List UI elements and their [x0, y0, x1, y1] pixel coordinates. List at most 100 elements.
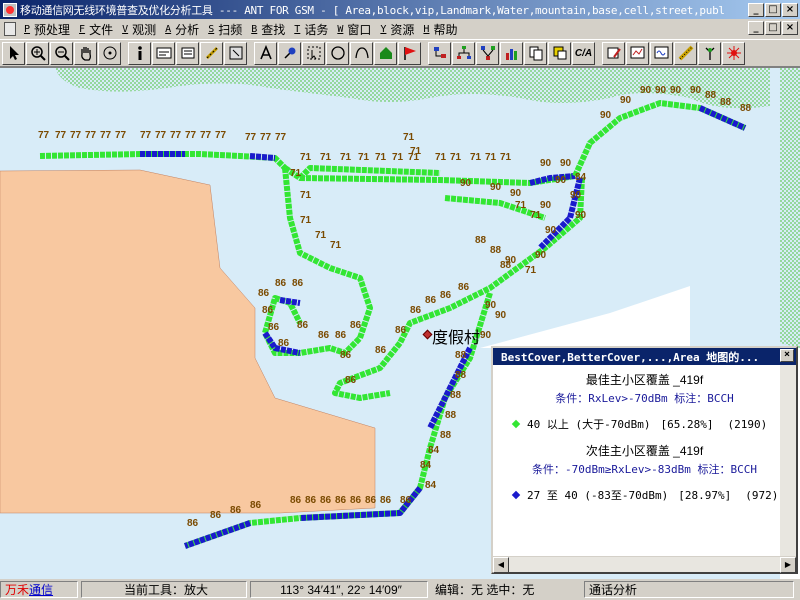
house-icon[interactable]	[374, 41, 397, 65]
network-icon[interactable]	[476, 41, 499, 65]
antenna-icon[interactable]	[698, 41, 721, 65]
route-label: 86	[350, 320, 362, 331]
route-label: 86	[250, 500, 262, 511]
section1-range: 40 以上 (大于-70dBm)	[527, 418, 651, 431]
status-coords: 113° 34′41″, 22° 14′09″	[250, 581, 428, 598]
route-label: 86	[320, 495, 332, 506]
menu-resource[interactable]: Y 资源	[377, 20, 420, 38]
route-label: 77	[115, 130, 127, 141]
graph-icon[interactable]	[428, 41, 451, 65]
ruler-icon[interactable]	[176, 41, 199, 65]
route-label: 86	[187, 518, 199, 529]
toolbar: C/A	[0, 39, 800, 67]
route-label: 77	[275, 132, 287, 143]
scroll-left-icon[interactable]: ◀	[493, 557, 509, 573]
legend-horizontal-scrollbar[interactable]: ◀ ▶	[493, 556, 796, 573]
zoom-in-icon[interactable]	[26, 41, 49, 65]
scroll-right-icon[interactable]: ▶	[780, 557, 796, 573]
pan-hand-icon[interactable]	[74, 41, 97, 65]
route-label: 86	[400, 495, 412, 506]
child-restore-button[interactable]: □	[765, 21, 781, 35]
route-label: 77	[245, 132, 257, 143]
route-label: 90	[670, 85, 682, 96]
menu-traffic[interactable]: T 话务	[291, 20, 334, 38]
document-icon[interactable]	[4, 22, 16, 36]
route-label: 86	[425, 295, 437, 306]
legend-vertical-scrollbar[interactable]	[780, 365, 796, 560]
star-icon[interactable]	[722, 41, 745, 65]
route-label: 77	[85, 130, 97, 141]
app-icon[interactable]	[3, 2, 17, 17]
menu-window[interactable]: W 窗口	[334, 20, 377, 38]
route-label: 77	[200, 130, 212, 141]
route-label: 86	[258, 288, 270, 299]
route-label: 90	[570, 190, 582, 201]
route-label: 71	[300, 215, 312, 226]
legend-window[interactable]: BestCover,BetterCover,...,Area 地图的... × …	[491, 346, 798, 574]
paste-icon[interactable]	[548, 41, 571, 65]
close-button[interactable]: ×	[782, 2, 798, 17]
section1-percent: [65.28%]	[660, 417, 714, 431]
white-island	[480, 286, 690, 348]
info-icon[interactable]	[128, 41, 151, 65]
route-label: 77	[100, 130, 112, 141]
route-label: 90	[620, 95, 632, 106]
menu-help[interactable]: H 帮助	[420, 20, 463, 38]
route-label: 77	[70, 130, 82, 141]
polygon-icon[interactable]	[350, 41, 373, 65]
legend-title-bar[interactable]: BestCover,BetterCover,...,Area 地图的... ×	[493, 348, 796, 365]
section2-count: (972)	[745, 488, 779, 502]
label-icon[interactable]	[152, 41, 175, 65]
route-label: 90	[510, 188, 522, 199]
child-minimize-button[interactable]: _	[748, 21, 764, 35]
menu-scan[interactable]: S 扫频	[205, 20, 248, 38]
report-icon[interactable]	[626, 41, 649, 65]
route-label: 86	[318, 330, 330, 341]
child-close-button[interactable]: ×	[782, 21, 798, 35]
menu-view[interactable]: V 观测	[119, 20, 162, 38]
circle-icon[interactable]	[326, 41, 349, 65]
section2-title: 次佳主小区覆盖 _419f	[585, 444, 704, 458]
layer-icon[interactable]	[200, 41, 223, 65]
flag-icon[interactable]	[398, 41, 421, 65]
tree-icon[interactable]	[452, 41, 475, 65]
menu-preprocess[interactable]: P 预处理	[21, 20, 76, 38]
pen-icon[interactable]	[602, 41, 625, 65]
route-label: 71	[530, 210, 542, 221]
pin-icon[interactable]	[278, 41, 301, 65]
route-label: 71	[525, 265, 537, 276]
select-layer-icon[interactable]	[224, 41, 247, 65]
status-brand: 万禾 通信	[0, 581, 78, 598]
measure-icon[interactable]	[674, 41, 697, 65]
copy-icon[interactable]	[524, 41, 547, 65]
brand-link[interactable]: 通信	[29, 582, 53, 597]
route-segment-weak	[279, 297, 301, 306]
route-label: 90	[460, 178, 472, 189]
route-label: 90	[545, 225, 557, 236]
maximize-button[interactable]: □	[765, 2, 781, 17]
text-icon[interactable]	[254, 41, 277, 65]
menu-find[interactable]: B 查找	[248, 20, 291, 38]
ca-icon[interactable]: C/A	[572, 41, 595, 65]
route-label: 71	[358, 152, 370, 163]
route-label: 71	[290, 168, 302, 179]
window-title: 移动通信网无线环境普查及优化分析工具 --- ANT FOR GSM - [ A…	[20, 3, 725, 17]
peach-land	[0, 169, 376, 514]
zoom-out-icon[interactable]	[50, 41, 73, 65]
section2-percent: [28.97%]	[678, 488, 732, 502]
route-label: 71	[330, 240, 342, 251]
route-label: 77	[260, 132, 272, 143]
center-icon[interactable]	[98, 41, 121, 65]
legend-close-button[interactable]: ×	[780, 349, 794, 362]
route-label: 88	[475, 235, 487, 246]
wave-icon[interactable]	[650, 41, 673, 65]
bar-chart-icon[interactable]	[500, 41, 523, 65]
menu-analysis[interactable]: A 分析	[162, 20, 205, 38]
menu-file[interactable]: F 文件	[76, 20, 119, 38]
route-label: 86	[375, 345, 387, 356]
section2-row: 27 至 40 (-83至-70dBm) [28.97%] (972)	[493, 487, 796, 503]
green-swatch-icon	[511, 419, 521, 429]
pointer-icon[interactable]	[2, 41, 25, 65]
minimize-button[interactable]: _	[748, 2, 764, 17]
select-icon[interactable]	[302, 41, 325, 65]
